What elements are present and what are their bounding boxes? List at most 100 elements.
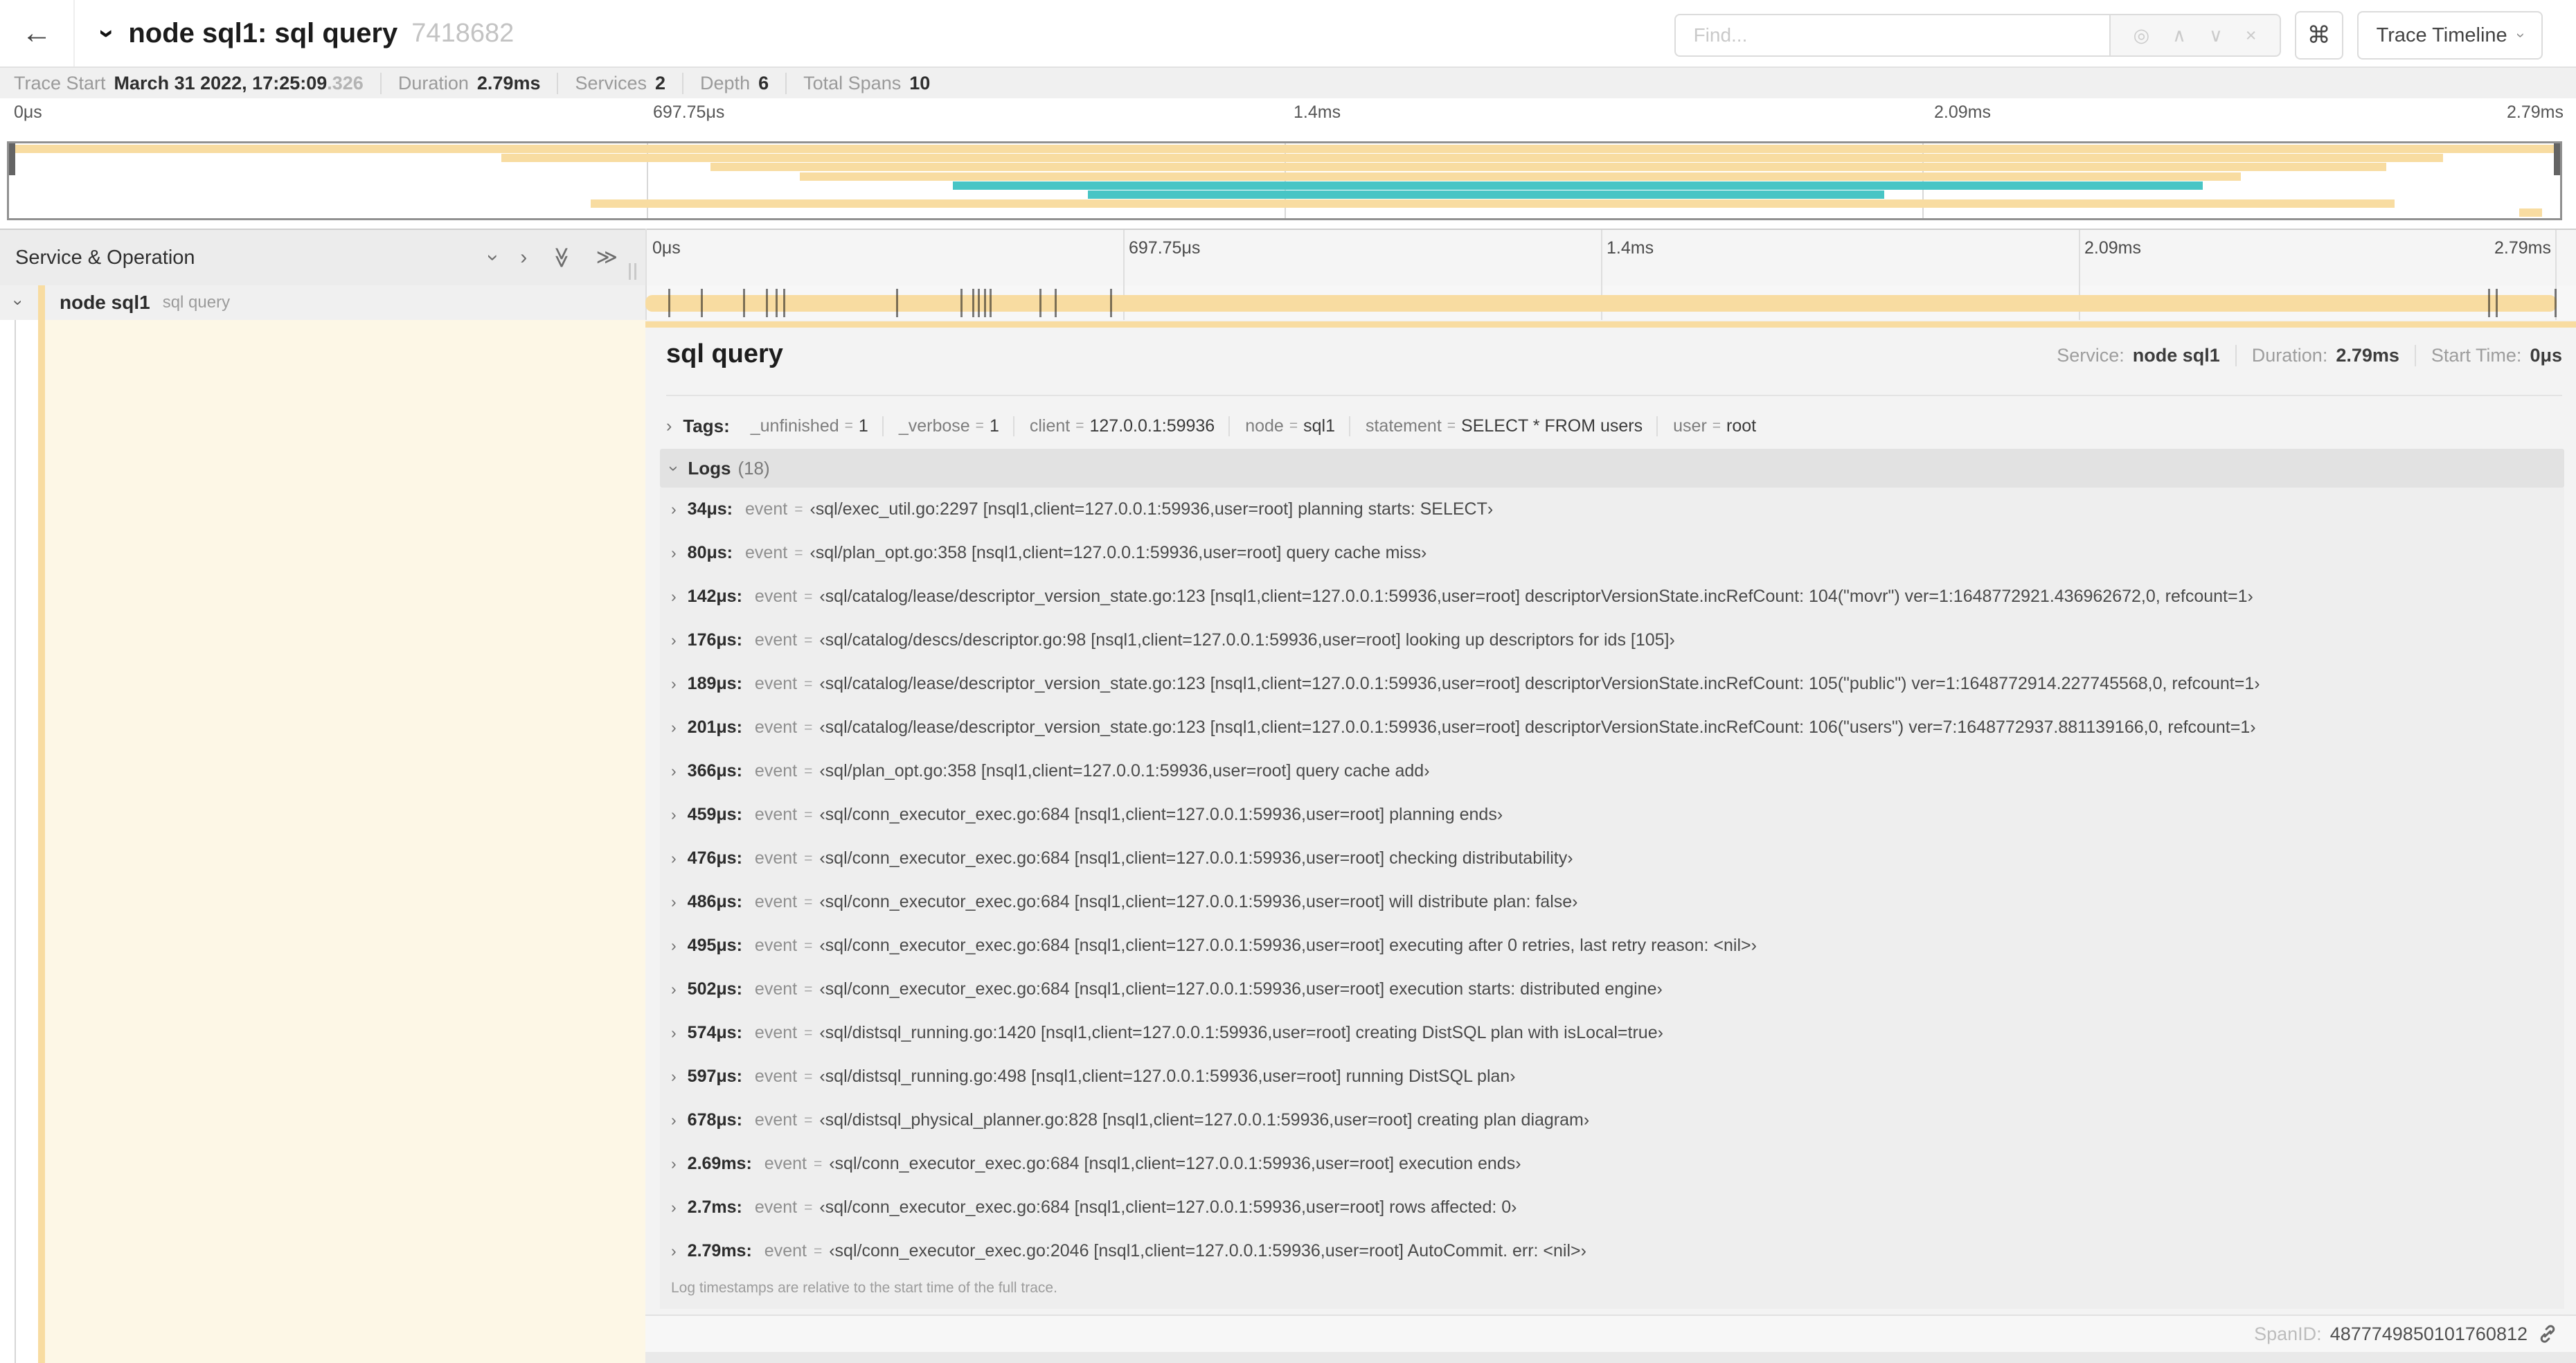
log-expand-icon[interactable]: › <box>671 1242 677 1260</box>
log-expand-icon[interactable]: › <box>671 544 677 562</box>
log-marker-tick <box>989 289 992 317</box>
find-input[interactable]: Find... <box>1674 14 2109 57</box>
log-expand-icon[interactable]: › <box>671 675 677 693</box>
logs-label: Logs <box>688 457 731 479</box>
log-expand-icon[interactable]: › <box>671 718 677 737</box>
log-marker-tick <box>782 289 785 317</box>
timeline-gridline <box>2555 230 2557 285</box>
log-marker-tick <box>668 289 671 317</box>
log-entry-row[interactable]: › 459μs: event = ‹sql/conn_executor_exec.go:… <box>660 793 2564 837</box>
minimap-left-handle[interactable] <box>9 143 15 175</box>
collapse-all-icon[interactable]: ≫ <box>551 247 573 268</box>
tags-row[interactable]: › Tags: _unfinished = 1 _verbose = 1 client = 12… <box>666 407 2562 445</box>
span-row[interactable]: › node sql1 sql query <box>0 285 2576 320</box>
tag-item[interactable]: user = root <box>1656 416 1756 436</box>
trace-meta-item: Services 2 <box>557 72 665 94</box>
next-result-icon[interactable]: ∨ <box>2209 26 2223 45</box>
log-expand-icon[interactable]: › <box>671 762 677 781</box>
service-operation-header: Service & Operation › › ≫ ≫ <box>0 230 645 285</box>
tree-guide-line <box>15 320 16 1363</box>
logs-header[interactable]: › Logs (18) <box>660 449 2564 488</box>
expand-one-icon[interactable]: › <box>520 247 527 268</box>
span-detail-row: sql query Service: node sql1 Duration: 2.79… <box>0 320 2576 1363</box>
log-expand-icon[interactable]: › <box>671 1024 677 1042</box>
tree-toggle-buttons: › › ≫ ≫ <box>482 230 618 285</box>
log-expand-icon[interactable]: › <box>671 587 677 606</box>
tag-item[interactable]: node = sql1 <box>1228 416 1335 436</box>
log-entry-row[interactable]: › 486μs: event = ‹sql/conn_executor_exec.go:… <box>660 880 2564 924</box>
minimap-span-bar <box>501 154 2443 163</box>
log-entry-row[interactable]: › 502μs: event = ‹sql/conn_executor_exec.go:… <box>660 968 2564 1011</box>
collapse-one-icon[interactable]: › <box>482 254 505 261</box>
log-marker-tick <box>895 289 898 317</box>
prev-result-icon[interactable]: ∧ <box>2172 26 2186 45</box>
log-entry-row[interactable]: › 201μs: event = ‹sql/catalog/lease/descript… <box>660 706 2564 749</box>
column-resizer-grip[interactable] <box>629 263 636 280</box>
expand-all-icon[interactable]: ≫ <box>596 247 618 268</box>
tag-item[interactable]: statement = SELECT * FROM users <box>1348 416 1643 436</box>
log-marker-tick <box>960 289 963 317</box>
back-arrow-icon: ← <box>21 16 52 50</box>
tag-item[interactable]: client = 127.0.0.1:59936 <box>1012 416 1215 436</box>
trace-collapse-toggle[interactable]: › <box>91 28 123 37</box>
span-name-cell[interactable]: › node sql1 sql query <box>0 285 645 320</box>
log-expand-icon[interactable]: › <box>671 631 677 650</box>
minimap-span-bar <box>800 172 2242 181</box>
minimap-right-handle[interactable] <box>2554 143 2560 175</box>
span-detail-panel: sql query Service: node sql1 Duration: 2.79… <box>645 320 2576 1363</box>
log-entry-row[interactable]: › 495μs: event = ‹sql/conn_executor_exec.go:… <box>660 924 2564 968</box>
log-entry-row[interactable]: › 476μs: event = ‹sql/conn_executor_exec.go:… <box>660 837 2564 880</box>
trace-meta-item: Duration 2.79ms <box>379 72 540 94</box>
log-entry-row[interactable]: › 2.7ms: event = ‹sql/conn_executor_exec.go:… <box>660 1186 2564 1229</box>
log-entry-row[interactable]: › 2.79ms: event = ‹sql/conn_executor_exec.go… <box>660 1229 2564 1273</box>
log-entry-row[interactable]: › 189μs: event = ‹sql/catalog/lease/descript… <box>660 662 2564 706</box>
span-color-accent <box>38 285 45 320</box>
tick-label: 2.79ms <box>2507 103 2564 122</box>
tick-label: 697.75μs <box>653 103 725 122</box>
log-expand-icon[interactable]: › <box>671 500 677 519</box>
view-selector-button[interactable]: Trace Timeline › <box>2356 11 2543 60</box>
deep-link-icon[interactable] <box>2537 1324 2558 1344</box>
log-expand-icon[interactable]: › <box>671 1155 677 1173</box>
log-expand-icon[interactable]: › <box>671 936 677 955</box>
log-expand-icon[interactable]: › <box>671 1111 677 1130</box>
log-marker-tick <box>1054 289 1057 317</box>
trace-title: node sql1: sql query <box>128 17 398 48</box>
log-entry-row[interactable]: › 366μs: event = ‹sql/plan_opt.go:358 [nsql1… <box>660 749 2564 793</box>
log-marker-tick <box>2495 289 2498 317</box>
detail-left-fill <box>45 320 645 1363</box>
keyboard-shortcuts-button[interactable]: ⌘ <box>2294 11 2343 60</box>
minimap-canvas[interactable] <box>7 141 2562 220</box>
locate-icon[interactable]: ◎ <box>2134 26 2150 45</box>
span-expand-chevron-icon[interactable]: › <box>8 300 28 305</box>
log-expand-icon[interactable]: › <box>671 893 677 911</box>
back-button[interactable]: ← <box>0 0 75 66</box>
tags-expand-icon[interactable]: › <box>666 416 672 436</box>
span-duration-bar[interactable] <box>645 295 2557 312</box>
tick-label: 2.09ms <box>1934 103 1991 122</box>
log-expand-icon[interactable]: › <box>671 805 677 824</box>
log-entry-row[interactable]: › 597μs: event = ‹sql/distsql_running.go:498… <box>660 1055 2564 1098</box>
log-expand-icon[interactable]: › <box>671 849 677 868</box>
find-placeholder: Find... <box>1693 24 1748 46</box>
log-entry-row[interactable]: › 574μs: event = ‹sql/distsql_running.go:142… <box>660 1011 2564 1055</box>
log-expand-icon[interactable]: › <box>671 1198 677 1217</box>
logs-collapse-icon[interactable]: › <box>664 465 684 471</box>
tag-item[interactable]: _verbose = 1 <box>882 416 999 436</box>
log-entry-row[interactable]: › 2.69ms: event = ‹sql/conn_executor_exec.go… <box>660 1142 2564 1186</box>
log-entry-row[interactable]: › 678μs: event = ‹sql/distsql_physical_plann… <box>660 1098 2564 1142</box>
log-entry-row[interactable]: › 176μs: event = ‹sql/catalog/descs/descript… <box>660 618 2564 662</box>
log-expand-icon[interactable]: › <box>671 1067 677 1086</box>
log-marker-tick <box>765 289 768 317</box>
detail-title-row: sql query Service: node sql1 Duration: 2.79… <box>666 339 2562 381</box>
span-service-name: node sql1 <box>60 292 150 313</box>
span-id-label: SpanID: <box>2254 1323 2322 1344</box>
tag-item[interactable]: _unfinished = 1 <box>751 416 868 436</box>
log-entry-row[interactable]: › 34μs: event = ‹sql/exec_util.go:2297 [nsql… <box>660 488 2564 531</box>
log-entry-row[interactable]: › 80μs: event = ‹sql/plan_opt.go:358 [nsql1,… <box>660 531 2564 575</box>
detail-overview: Service: node sql1 Duration: 2.79ms Start Ti… <box>2057 345 2562 366</box>
log-expand-icon[interactable]: › <box>671 980 677 999</box>
timeline-gridline <box>2079 230 2080 285</box>
log-entry-row[interactable]: › 142μs: event = ‹sql/catalog/lease/descript… <box>660 575 2564 618</box>
clear-icon[interactable]: × <box>2246 26 2257 45</box>
